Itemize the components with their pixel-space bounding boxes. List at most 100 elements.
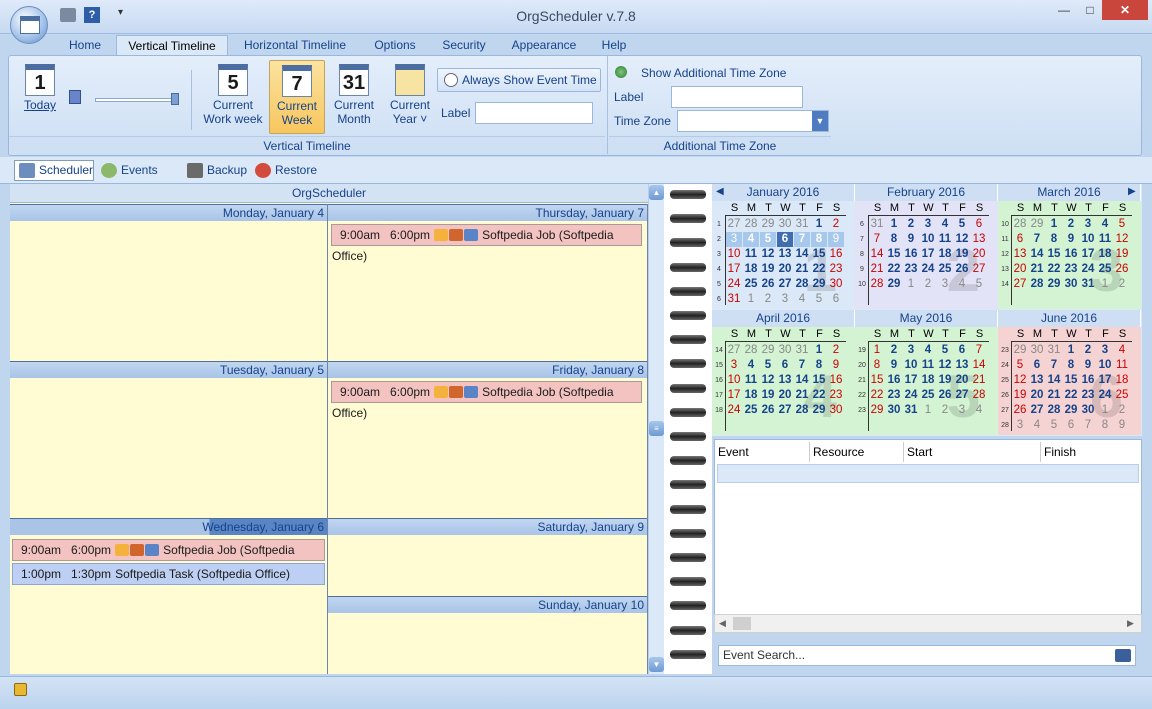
chevron-down-icon[interactable]: ▼ <box>812 111 828 131</box>
calendar-day[interactable]: 27 <box>971 262 987 277</box>
calendar-day[interactable]: 30 <box>1080 403 1096 418</box>
calendar-day[interactable]: 16 <box>1080 373 1096 388</box>
calendar-day[interactable]: 3 <box>726 232 742 247</box>
minimize-button[interactable]: — <box>1050 0 1078 20</box>
event-softpedia-job[interactable]: 9:00am6:00pmSoftpedia Job (Softpedia Off… <box>331 224 642 263</box>
calendar-day[interactable]: 19 <box>954 247 970 262</box>
calendar-day[interactable]: 18 <box>743 262 759 277</box>
calendar-day[interactable]: 1 <box>811 217 827 232</box>
calendar-day[interactable]: 13 <box>1012 247 1028 262</box>
calendar-day[interactable]: 27 <box>1012 277 1028 292</box>
calendar-day[interactable]: 9 <box>1114 418 1130 433</box>
calendar-day[interactable]: 7 <box>869 232 885 247</box>
calendar-day[interactable]: 19 <box>1012 388 1028 403</box>
day-cell-saturday[interactable]: Saturday, January 9 <box>328 518 648 596</box>
scheduler-scrollbar[interactable]: ▲ ≡ ▼ <box>648 184 664 674</box>
calendar-day[interactable]: 4 <box>743 232 759 247</box>
calendar-day[interactable]: 14 <box>794 373 810 388</box>
calendar-day[interactable]: 12 <box>1012 373 1028 388</box>
calendar-day[interactable]: 16 <box>828 247 844 262</box>
calendar-day[interactable]: 26 <box>954 262 970 277</box>
event-softpedia-task[interactable]: 1:00pm 1:30pm Softpedia Task (Softpedia Of… <box>12 563 325 585</box>
calendar-day[interactable]: 24 <box>1097 388 1113 403</box>
calendar-day[interactable]: 27 <box>1029 403 1045 418</box>
mini-month-title[interactable]: March 2016 <box>998 184 1141 201</box>
calendar-day[interactable]: 18 <box>1097 247 1113 262</box>
calendar-day[interactable]: 31 <box>903 403 919 418</box>
calendar-day[interactable]: 2 <box>937 403 953 418</box>
calendar-day[interactable]: 8 <box>886 232 902 247</box>
calendar-day[interactable]: 27 <box>726 343 742 358</box>
table-row[interactable] <box>717 464 1139 483</box>
calendar-day[interactable]: 24 <box>726 403 742 418</box>
calendar-day[interactable]: 12 <box>760 247 776 262</box>
calendar-day[interactable]: 29 <box>811 277 827 292</box>
calendar-day[interactable]: 8 <box>1097 418 1113 433</box>
show-additional-time-zone-label[interactable]: Show Additional Time Zone <box>641 66 786 80</box>
prev-month-icon[interactable]: ◀ <box>716 186 724 197</box>
calendar-day[interactable]: 29 <box>760 217 776 232</box>
calendar-day[interactable]: 14 <box>794 247 810 262</box>
calendar-day[interactable]: 3 <box>1012 418 1028 433</box>
calendar-day[interactable]: 24 <box>1080 262 1096 277</box>
mini-month-title[interactable]: February 2016 <box>855 184 998 201</box>
day-cell-monday[interactable]: Monday, January 4 <box>10 204 328 361</box>
calendar-day[interactable]: 28 <box>1046 403 1062 418</box>
current-work-week-button[interactable]: 5 Current Work week <box>201 60 265 134</box>
calendar-day[interactable]: 9 <box>903 232 919 247</box>
calendar-day[interactable]: 30 <box>1063 277 1079 292</box>
calendar-day[interactable]: 14 <box>1029 247 1045 262</box>
calendar-day[interactable]: 15 <box>886 247 902 262</box>
scroll-down-icon[interactable]: ▼ <box>649 657 664 672</box>
calendar-day[interactable]: 23 <box>828 388 844 403</box>
calendar-day[interactable]: 8 <box>869 358 885 373</box>
calendar-day[interactable]: 2 <box>1114 277 1130 292</box>
calendar-day[interactable]: 18 <box>920 373 936 388</box>
calendar-day[interactable]: 5 <box>971 277 987 292</box>
calendar-day[interactable]: 27 <box>777 403 793 418</box>
calendar-day[interactable]: 15 <box>1046 247 1062 262</box>
calendar-day[interactable]: 19 <box>937 373 953 388</box>
calendar-day[interactable]: 4 <box>1114 343 1130 358</box>
calendar-day[interactable]: 12 <box>760 373 776 388</box>
calendar-day[interactable]: 13 <box>1029 373 1045 388</box>
calendar-day[interactable]: 10 <box>1080 232 1096 247</box>
calendar-day[interactable]: 7 <box>1080 418 1096 433</box>
calendar-day[interactable]: 21 <box>794 262 810 277</box>
calendar-day[interactable]: 1 <box>1097 277 1113 292</box>
calendar-day[interactable]: 14 <box>1046 373 1062 388</box>
column-start[interactable]: Start <box>904 442 1041 462</box>
calendar-day[interactable]: 21 <box>1029 262 1045 277</box>
calendar-day[interactable]: 10 <box>726 247 742 262</box>
calendar-day[interactable]: 13 <box>777 247 793 262</box>
calendar-day[interactable]: 1 <box>920 403 936 418</box>
tab-vertical-timeline[interactable]: Vertical Timeline <box>116 35 228 56</box>
scroll-up-icon[interactable]: ▲ <box>649 185 664 200</box>
tab-options[interactable]: Options <box>366 35 424 56</box>
calendar-day[interactable]: 14 <box>971 358 987 373</box>
label-input[interactable] <box>475 102 593 124</box>
calendar-day[interactable]: 2 <box>828 217 844 232</box>
calendar-day[interactable]: 28 <box>743 217 759 232</box>
backup-button[interactable]: Backup <box>182 160 248 181</box>
calendar-day[interactable]: 29 <box>1029 217 1045 232</box>
calendar-day[interactable]: 5 <box>1012 358 1028 373</box>
calendar-day[interactable]: 3 <box>1080 217 1096 232</box>
calendar-day[interactable]: 5 <box>811 292 827 307</box>
calendar-day[interactable]: 31 <box>869 217 885 232</box>
calendar-day[interactable]: 4 <box>743 358 759 373</box>
calendar-day[interactable]: 5 <box>954 217 970 232</box>
calendar-day[interactable]: 20 <box>1012 262 1028 277</box>
calendar-day[interactable]: 3 <box>937 277 953 292</box>
day-cell-sunday[interactable]: Sunday, January 10 <box>328 596 648 674</box>
calendar-day[interactable]: 25 <box>920 388 936 403</box>
calendar-day[interactable]: 20 <box>954 373 970 388</box>
calendar-day[interactable]: 5 <box>760 358 776 373</box>
calendar-day[interactable]: 16 <box>886 373 902 388</box>
calendar-day[interactable]: 16 <box>903 247 919 262</box>
calendar-day[interactable]: 29 <box>1012 343 1028 358</box>
calendar-day[interactable]: 20 <box>777 388 793 403</box>
calendar-day[interactable]: 6 <box>777 358 793 373</box>
calendar-day[interactable]: 6 <box>954 343 970 358</box>
day-header-today[interactable]: Wednesday, January 6 <box>10 518 327 535</box>
